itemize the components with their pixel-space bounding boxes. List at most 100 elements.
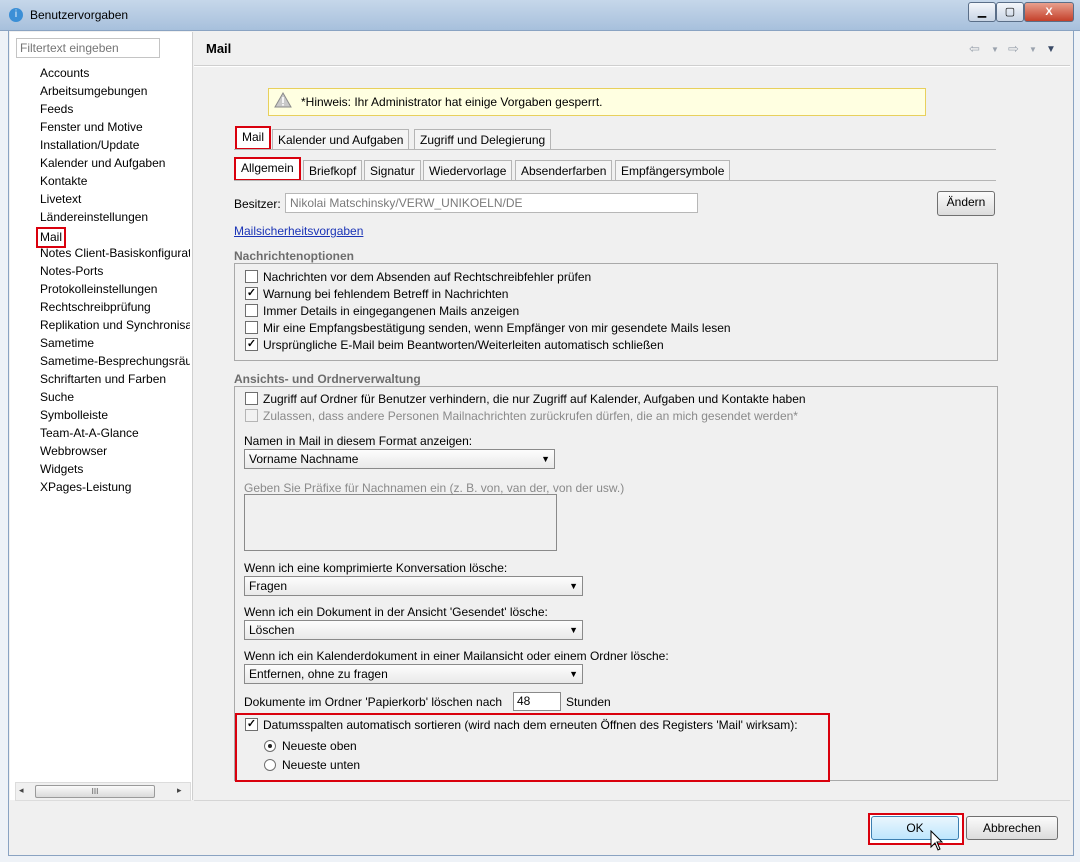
app-icon: i [9, 8, 23, 22]
message-option-label: Ursprüngliche E-Mail beim Beantworten/We… [263, 338, 664, 352]
title-bar [0, 0, 1080, 31]
newest-bottom-label: Neueste unten [282, 758, 361, 772]
sidebar-item-xpages-leistung[interactable]: XPages-Leistung [40, 478, 190, 496]
message-options-header: Nachrichtenoptionen [234, 249, 355, 263]
owner-field[interactable]: Nikolai Matschinsky/VERW_UNIKOELN/DE [285, 193, 698, 213]
newest-top-label: Neueste oben [282, 739, 357, 753]
sidebar-item-arbeitsumgebungen[interactable]: Arbeitsumgebungen [40, 82, 190, 100]
calendar-delete-label: Wenn ich ein Kalenderdokument in einer M… [244, 649, 669, 663]
newest-top-radio[interactable] [264, 740, 276, 752]
dropdown-arrow-icon: ▼ [569, 625, 578, 635]
sidebar-item-fenster-und-motive[interactable]: Fenster und Motive [40, 118, 190, 136]
subtab-general[interactable]: Allgemein [234, 157, 301, 181]
sidebar-item-team-at-a-glance[interactable]: Team-At-A-Glance [40, 424, 190, 442]
dropdown-arrow-icon: ▼ [569, 581, 578, 591]
footer-separator [194, 800, 1070, 801]
sidebar-item-suche[interactable]: Suche [40, 388, 190, 406]
filter-input[interactable] [16, 38, 160, 58]
sidebar-item-kontakte[interactable]: Kontakte [40, 172, 190, 190]
mail-security-link[interactable]: Mailsicherheitsvorgaben [234, 224, 363, 238]
view-menu-icon[interactable]: ▼ [1046, 44, 1056, 55]
sidebar-item-protokolleinstellungen[interactable]: Protokolleinstellungen [40, 280, 190, 298]
message-option-checkbox[interactable] [245, 270, 258, 283]
message-option-checkbox[interactable] [245, 321, 258, 334]
mouse-cursor-icon [930, 830, 944, 851]
tab-baseline [234, 149, 996, 150]
tab-calendar-and-tasks[interactable]: Kalender und Aufgaben [272, 129, 410, 150]
sidebar-item-notes-ports[interactable]: Notes-Ports [40, 262, 190, 280]
sidebar-item-sametime[interactable]: Sametime [40, 334, 190, 352]
sidebar-item-rechtschreibprüfung[interactable]: Rechtschreibprüfung [40, 298, 190, 316]
sort-date-columns-label: Datumsspalten automatisch sortieren (wir… [263, 718, 798, 732]
subtab-letterhead[interactable]: Briefkopf [303, 160, 363, 181]
tab-access-and-delegation[interactable]: Zugriff und Delegierung [414, 129, 552, 150]
sidebar-item-feeds[interactable]: Feeds [40, 100, 190, 118]
name-format-label: Namen in Mail in diesem Format anzeigen: [244, 434, 473, 448]
back-arrow-icon[interactable]: ⇦ [969, 41, 980, 57]
message-option-label: Mir eine Empfangsbestätigung senden, wen… [263, 321, 731, 335]
sidebar-item-kalender-und-aufgaben[interactable]: Kalender und Aufgaben [40, 154, 190, 172]
message-option-checkbox[interactable]: ✓ [245, 287, 258, 300]
name-format-select[interactable]: Vorname Nachname ▼ [244, 449, 555, 469]
forward-arrow-icon[interactable]: ⇨ [1008, 41, 1019, 57]
sidebar-item-replikation-und-synchronisa[interactable]: Replikation und Synchronisa [40, 316, 190, 334]
sidebar-item-widgets[interactable]: Widgets [40, 460, 190, 478]
admin-hint-text: *Hinweis: Ihr Administrator hat einige V… [301, 95, 603, 109]
cancel-button[interactable]: Abbrechen [966, 816, 1058, 840]
sidebar-item-symbolleiste[interactable]: Symbolleiste [40, 406, 190, 424]
ok-button[interactable]: OK [871, 816, 959, 840]
collapsed-delete-value: Fragen [249, 579, 288, 593]
subtab-baseline [234, 180, 996, 181]
sort-date-columns-checkbox[interactable]: ✓ [245, 718, 258, 731]
subtab-signature[interactable]: Signatur [364, 160, 421, 181]
collapsed-delete-select[interactable]: Fragen ▼ [244, 576, 583, 596]
tab-mail[interactable]: Mail [235, 126, 272, 150]
scroll-left-icon[interactable]: ◂ [19, 785, 24, 796]
owner-label: Besitzer: [234, 197, 281, 211]
message-option-checkbox[interactable] [245, 304, 258, 317]
prefix-textarea[interactable] [244, 494, 557, 551]
window-title: Benutzervorgaben [30, 8, 129, 22]
name-format-value: Vorname Nachname [249, 452, 359, 466]
title-separator [194, 65, 1070, 67]
scrollbar-thumb[interactable]: III [35, 785, 155, 798]
sidebar-item-installation-update[interactable]: Installation/Update [40, 136, 190, 154]
sidebar-item-schriftarten-und-farben[interactable]: Schriftarten und Farben [40, 370, 190, 388]
message-option-checkbox[interactable]: ✓ [245, 338, 258, 351]
prefix-label: Geben Sie Präfixe für Nachnamen ein (z. … [244, 481, 625, 495]
sidebar-item-webbrowser[interactable]: Webbrowser [40, 442, 190, 460]
radio-selected-dot [268, 744, 272, 748]
page-title: Mail [206, 41, 232, 56]
allow-recall-checkbox[interactable] [245, 409, 258, 422]
close-button[interactable]: X [1024, 2, 1074, 22]
subtab-follow-up[interactable]: Wiedervorlage [423, 160, 513, 181]
forward-menu-icon[interactable]: ▼ [1029, 45, 1037, 54]
sidebar-item-ländereinstellungen[interactable]: Ländereinstellungen [40, 208, 190, 226]
sidebar-item-sametime-besprechungsräu[interactable]: Sametime-Besprechungsräu [40, 352, 190, 370]
dropdown-arrow-icon: ▼ [541, 454, 550, 464]
sidebar-item-notes-client-basiskonfigurat[interactable]: Notes Client-Basiskonfigurat [40, 244, 190, 262]
sidebar-item-livetext[interactable]: Livetext [40, 190, 190, 208]
newest-bottom-radio[interactable] [264, 759, 276, 771]
subtab-recipient-icons[interactable]: Empfängersymbole [615, 160, 731, 181]
calendar-delete-select[interactable]: Entfernen, ohne zu fragen ▼ [244, 664, 583, 684]
minimize-button[interactable]: ▁ [968, 2, 996, 22]
maximize-button[interactable]: ▢ [996, 2, 1024, 22]
scroll-right-icon[interactable]: ▸ [177, 785, 182, 796]
subtab-sender-colors[interactable]: Absenderfarben [515, 160, 613, 181]
warning-icon [274, 92, 292, 108]
message-option-label: Immer Details in eingegangenen Mails anz… [263, 304, 520, 318]
collapsed-delete-label: Wenn ich eine komprimierte Konversation … [244, 561, 508, 575]
sidebar-item-accounts[interactable]: Accounts [40, 64, 190, 82]
allow-recall-label: Zulassen, dass andere Personen Mailnachr… [263, 409, 798, 423]
trash-days-input[interactable]: 48 [513, 692, 561, 711]
block-access-label: Zugriff auf Ordner für Benutzer verhinde… [263, 392, 806, 406]
message-option-label: Warnung bei fehlendem Betreff in Nachric… [263, 287, 509, 301]
sent-delete-label: Wenn ich ein Dokument in der Ansicht 'Ge… [244, 605, 548, 619]
message-option-label: Nachrichten vor dem Absenden auf Rechtsc… [263, 270, 592, 284]
change-owner-button[interactable]: Ändern [937, 191, 995, 216]
view-options-header: Ansichts- und Ordnerverwaltung [234, 372, 421, 386]
back-menu-icon[interactable]: ▼ [991, 45, 999, 54]
block-access-checkbox[interactable] [245, 392, 258, 405]
sent-delete-select[interactable]: Löschen ▼ [244, 620, 583, 640]
